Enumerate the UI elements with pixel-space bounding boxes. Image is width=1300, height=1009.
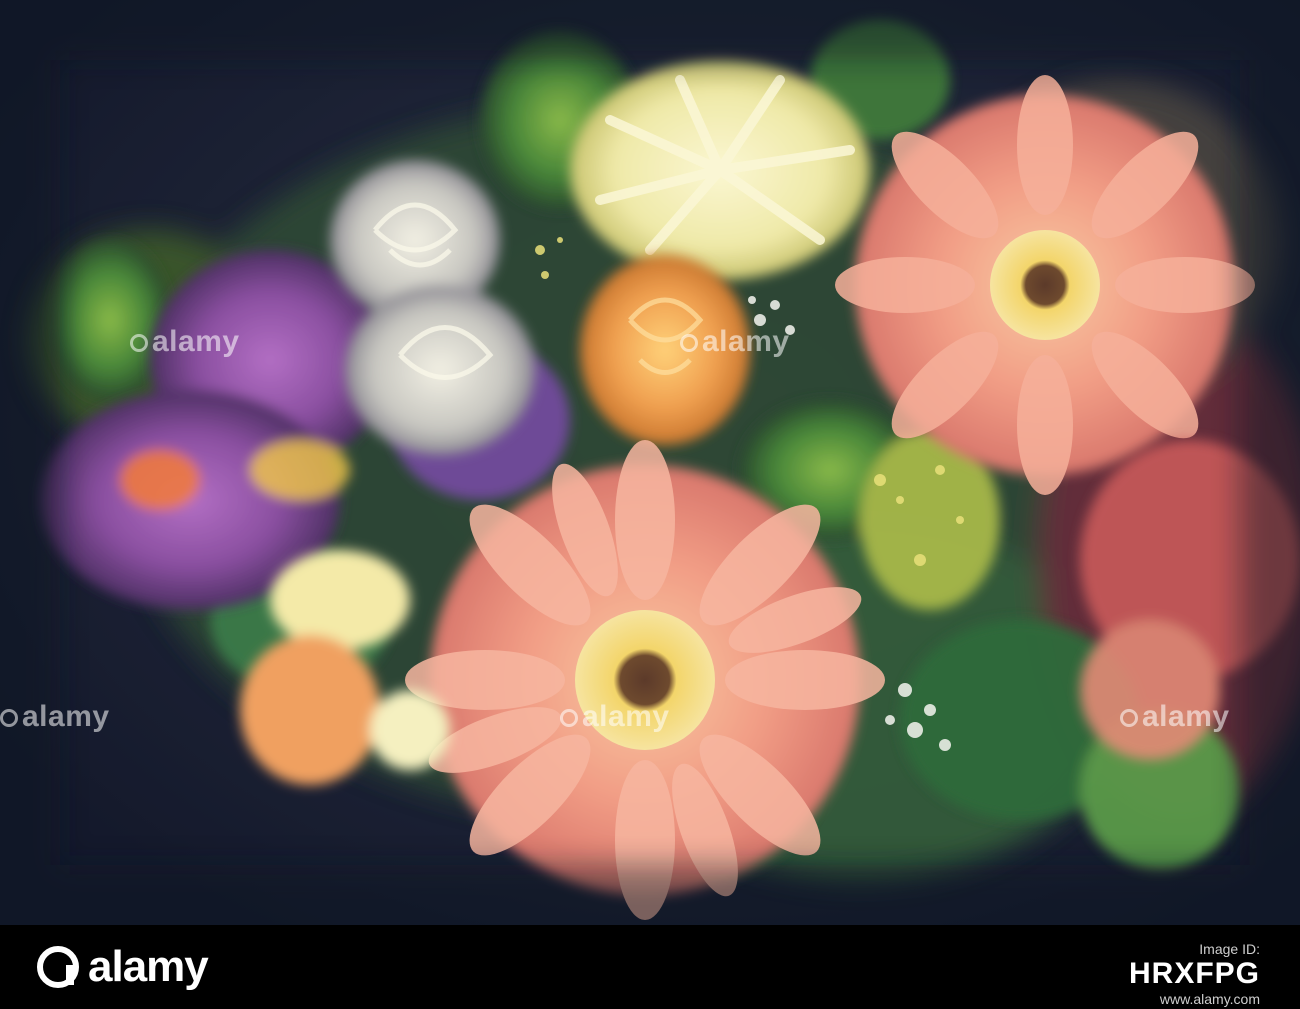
peach-gerbera-upper [835, 75, 1255, 495]
painting-canvas [0, 0, 1300, 925]
image-id: HRXFPG [1128, 957, 1260, 990]
image-meta: Image ID: HRXFPG www.alamy.com [1129, 941, 1260, 1007]
stock-photo-page: alamy alamy alamy alamy alamy alamy Imag… [0, 0, 1300, 1009]
logo-text: alamy [88, 942, 209, 991]
image-id-label: Image ID: [1199, 941, 1260, 957]
site-url[interactable]: www.alamy.com [1129, 991, 1260, 1007]
peach-gerbera-lower [405, 440, 885, 920]
footer-bar: alamy Image ID: HRXFPG www.alamy.com [0, 925, 1300, 1009]
alamy-logo[interactable]: alamy [36, 941, 209, 993]
flower-bouquet-painting: alamy alamy alamy alamy alamy [0, 0, 1300, 925]
alamy-logo-icon [37, 946, 79, 988]
